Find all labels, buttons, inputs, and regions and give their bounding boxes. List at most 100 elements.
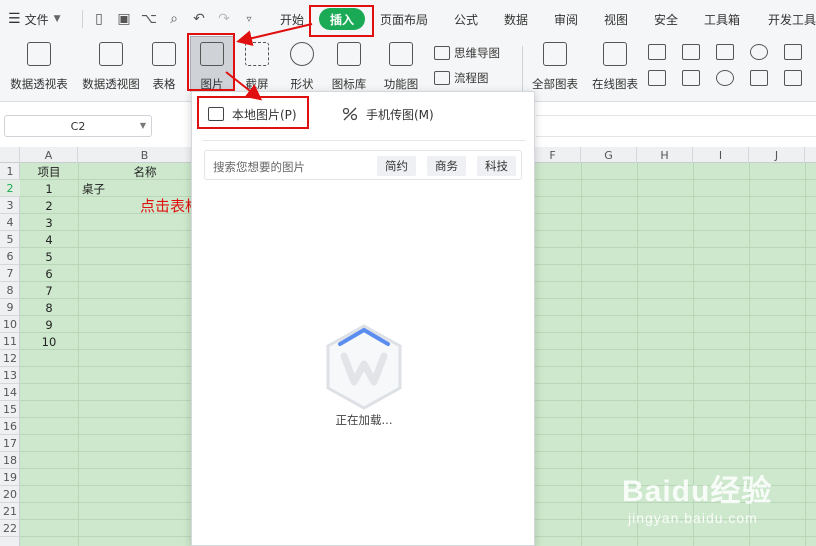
tab-review[interactable]: 审阅 xyxy=(554,11,578,27)
table-cell[interactable]: 6 xyxy=(20,265,78,282)
row-header[interactable]: 17 xyxy=(0,435,20,452)
new-file-icon[interactable]: ▯ xyxy=(89,9,109,29)
phone-upload-option[interactable]: 手机传图(M) xyxy=(342,100,434,128)
picture-button[interactable]: 图片 xyxy=(194,42,230,92)
row-header[interactable]: 20 xyxy=(0,486,20,503)
bar-chart-icon[interactable] xyxy=(682,44,700,60)
table-cell[interactable] xyxy=(78,248,188,265)
area-chart-icon[interactable] xyxy=(784,44,802,60)
line-chart-icon[interactable] xyxy=(716,44,734,60)
stock-chart-icon[interactable] xyxy=(648,70,666,86)
table-cell[interactable]: 1 xyxy=(20,180,78,197)
picture-search-box[interactable]: 搜索您想要的图片 简约 商务 科技 xyxy=(204,150,522,180)
header-cell-item[interactable]: 项目 xyxy=(20,163,78,180)
row-header[interactable]: 4 xyxy=(0,214,20,231)
undo-icon[interactable]: ↶ xyxy=(189,9,209,29)
row-header[interactable]: 19 xyxy=(0,469,20,486)
shapes-button[interactable]: 形状 xyxy=(284,42,320,92)
row-header[interactable]: 8 xyxy=(0,282,20,299)
tab-formulas[interactable]: 公式 xyxy=(454,11,478,27)
chip-simple[interactable]: 简约 xyxy=(377,156,416,176)
row-header[interactable]: 7 xyxy=(0,265,20,282)
table-cell[interactable]: 4 xyxy=(20,231,78,248)
redo-icon[interactable]: ↷ xyxy=(214,9,234,29)
screenshot-button[interactable]: 截屏 xyxy=(240,42,274,92)
table-cell[interactable] xyxy=(78,282,188,299)
row-header[interactable]: 9 xyxy=(0,299,20,316)
table-cell[interactable] xyxy=(78,299,188,316)
table-cell[interactable]: 3 xyxy=(20,214,78,231)
local-picture-option[interactable]: 本地图片(P) xyxy=(208,100,297,128)
tab-developer[interactable]: 开发工具 xyxy=(768,11,816,27)
phone-upload-label: 手机传图(M) xyxy=(366,107,434,122)
radar-chart-icon[interactable] xyxy=(750,44,768,60)
format-painter-icon[interactable]: ⌥ xyxy=(139,9,159,29)
chip-technology[interactable]: 科技 xyxy=(477,156,516,176)
column-header-a[interactable]: A xyxy=(20,147,78,163)
row-header[interactable]: 13 xyxy=(0,367,20,384)
row-header[interactable]: 15 xyxy=(0,401,20,418)
pivot-table-button[interactable]: 数据透视表 xyxy=(8,42,70,92)
column-header-g[interactable]: G xyxy=(581,147,637,163)
row-header[interactable]: 21 xyxy=(0,503,20,520)
wps-loading-logo-icon xyxy=(322,322,406,414)
table-cell[interactable] xyxy=(78,333,188,350)
table-cell[interactable] xyxy=(78,214,188,231)
online-chart-button[interactable]: 在线图表 xyxy=(588,42,642,92)
table-cell[interactable]: 7 xyxy=(20,282,78,299)
function-chart-button[interactable]: 功能图 xyxy=(378,42,424,92)
combo-chart-icon[interactable] xyxy=(682,70,700,86)
mindmap-button[interactable]: 思维导图 xyxy=(434,43,500,63)
row-header[interactable]: 1 xyxy=(0,163,20,180)
tab-page-layout[interactable]: 页面布局 xyxy=(380,11,428,27)
scatter-chart-icon[interactable] xyxy=(750,70,768,86)
column-header-h[interactable]: H xyxy=(637,147,693,163)
table-cell[interactable]: 9 xyxy=(20,316,78,333)
table-cell[interactable] xyxy=(78,231,188,248)
icon-library-button[interactable]: 图标库 xyxy=(330,42,368,92)
picture-search-input[interactable]: 搜索您想要的图片 xyxy=(213,159,305,175)
table-cell[interactable] xyxy=(78,316,188,333)
table-button[interactable]: 表格 xyxy=(148,42,180,92)
menu-bar: ☰ 文件 ▼ ▯ ▣ ⌥ ⌕ ↶ ↷ ▿ 开始 插入 页面布局 公式 数据 审阅… xyxy=(0,0,816,38)
customize-toolbar-icon[interactable]: ▿ xyxy=(239,9,259,29)
tab-home[interactable]: 开始 xyxy=(280,11,304,27)
all-charts-button[interactable]: 全部图表 xyxy=(528,42,582,92)
name-box[interactable]: C2 ▼ xyxy=(4,115,152,137)
tab-insert[interactable]: 插入 xyxy=(319,8,365,30)
select-all-corner[interactable] xyxy=(0,147,20,163)
row-header[interactable]: 10 xyxy=(0,316,20,333)
pie-chart-icon[interactable] xyxy=(716,70,734,86)
row-header[interactable]: 11 xyxy=(0,333,20,350)
row-header[interactable]: 12 xyxy=(0,350,20,367)
pivot-chart-button[interactable]: 数据透视图 xyxy=(80,42,142,92)
table-cell[interactable] xyxy=(78,265,188,282)
more-charts-icon[interactable] xyxy=(784,70,802,86)
table-cell[interactable]: 2 xyxy=(20,197,78,214)
row-header[interactable]: 5 xyxy=(0,231,20,248)
tab-toolbox[interactable]: 工具箱 xyxy=(704,11,740,27)
print-preview-icon[interactable]: ⌕ xyxy=(164,9,184,29)
column-chart-icon[interactable] xyxy=(648,44,666,60)
tab-data[interactable]: 数据 xyxy=(504,11,528,27)
flowchart-button[interactable]: 流程图 xyxy=(434,68,489,88)
formula-bar[interactable] xyxy=(536,115,816,137)
tab-view[interactable]: 视图 xyxy=(604,11,628,27)
table-cell[interactable]: 8 xyxy=(20,299,78,316)
row-header[interactable]: 18 xyxy=(0,452,20,469)
file-menu[interactable]: ☰ 文件 ▼ xyxy=(8,10,61,28)
row-header[interactable]: 22 xyxy=(0,520,20,537)
row-header[interactable]: 16 xyxy=(0,418,20,435)
ribbon-divider xyxy=(522,46,523,92)
row-header[interactable]: 6 xyxy=(0,248,20,265)
table-cell[interactable]: 5 xyxy=(20,248,78,265)
row-header[interactable]: 3 xyxy=(0,197,20,214)
tab-security[interactable]: 安全 xyxy=(654,11,678,27)
chip-business[interactable]: 商务 xyxy=(427,156,466,176)
save-icon[interactable]: ▣ xyxy=(114,9,134,29)
table-cell[interactable]: 10 xyxy=(20,333,78,350)
row-header[interactable]: 14 xyxy=(0,384,20,401)
column-header-i[interactable]: I xyxy=(693,147,749,163)
row-header[interactable]: 2 xyxy=(0,180,20,197)
column-header-j[interactable]: J xyxy=(749,147,805,163)
